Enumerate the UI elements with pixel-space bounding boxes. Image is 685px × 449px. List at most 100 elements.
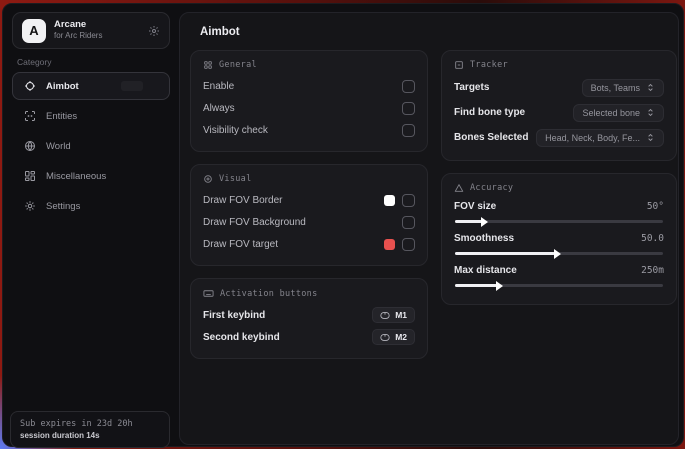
logo-letter: A (29, 23, 38, 38)
enable-label: Enable (203, 81, 234, 92)
bones-selected-label: Bones Selected (454, 132, 528, 143)
draw-fov-border-row: Draw FOV Border (203, 189, 415, 211)
draw-fov-target-checkbox[interactable] (402, 238, 415, 251)
fov-size-value: 50° (647, 201, 664, 212)
sidebar-item-miscellaneous[interactable]: Miscellaneous (12, 162, 170, 190)
page-title: Aimbot (200, 26, 240, 38)
fov-size-slider[interactable] (455, 220, 663, 223)
brand-card: A Arcane for Arc Riders (12, 12, 170, 49)
smoothness-slider[interactable] (455, 252, 663, 255)
second-keybind-row: Second keybind M2 (203, 326, 415, 348)
draw-fov-border-label: Draw FOV Border (203, 195, 282, 206)
max-distance-slider-thumb[interactable] (496, 281, 503, 291)
draw-fov-background-row: Draw FOV Background (203, 211, 415, 233)
fov-target-color-swatch[interactable] (384, 239, 395, 250)
general-grid-icon (203, 60, 213, 70)
session-duration-text: session duration 14s (20, 431, 160, 440)
draw-fov-target-row: Draw FOV target (203, 233, 415, 255)
general-card: General Enable Always Visibility check (190, 50, 428, 152)
targets-row: Targets Bots, Teams (454, 75, 664, 100)
sidebar-item-settings[interactable]: Settings (12, 192, 170, 220)
max-distance-slider[interactable] (455, 284, 663, 287)
smoothness-label: Smoothness (454, 233, 514, 244)
bones-selected-value: Head, Neck, Body, Fe... (545, 133, 640, 143)
smoothness-slider-thumb[interactable] (554, 249, 561, 259)
app-logo: A (22, 19, 46, 43)
entities-scan-icon (24, 110, 36, 122)
find-bone-type-row: Find bone type Selected bone (454, 100, 664, 125)
enable-checkbox[interactable] (402, 80, 415, 93)
smoothness-row: Smoothness 50.0 (454, 230, 664, 255)
max-distance-row: Max distance 250m (454, 262, 664, 287)
activation-buttons-card: Activation buttons First keybind M1 Seco… (190, 278, 428, 359)
gear-icon (24, 200, 36, 212)
sidebar: A Arcane for Arc Riders Category (3, 4, 177, 446)
max-distance-value: 250m (641, 265, 664, 276)
fov-size-label: FOV size (454, 201, 496, 212)
brand-text: Arcane for Arc Riders (54, 20, 140, 40)
fov-size-slider-thumb[interactable] (481, 217, 488, 227)
second-keybind-label: Second keybind (203, 332, 280, 343)
visibility-check-checkbox[interactable] (402, 124, 415, 137)
targets-label: Targets (454, 82, 489, 93)
keyboard-icon (203, 288, 214, 299)
sidebar-item-label: Aimbot (46, 81, 79, 92)
draw-fov-border-controls (384, 194, 415, 207)
chevrons-up-down-icon (646, 133, 655, 142)
bones-selected-row: Bones Selected Head, Neck, Body, Fe... (454, 125, 664, 150)
crosshair-icon (24, 80, 36, 92)
left-column: General Enable Always Visibility check (190, 50, 428, 359)
activation-card-header: Activation buttons (203, 288, 415, 299)
draw-fov-target-controls (384, 238, 415, 251)
fov-border-color-swatch[interactable] (384, 195, 395, 206)
max-distance-slider-fill (455, 284, 497, 287)
bones-selected-dropdown[interactable]: Head, Neck, Body, Fe... (536, 129, 664, 147)
always-label: Always (203, 103, 235, 114)
find-bone-type-dropdown[interactable]: Selected bone (573, 104, 664, 122)
visibility-check-row: Visibility check (203, 119, 415, 141)
always-checkbox[interactable] (402, 102, 415, 115)
globe-icon (24, 140, 36, 152)
mouse-icon (380, 333, 390, 342)
draw-fov-border-checkbox[interactable] (402, 194, 415, 207)
sidebar-item-entities[interactable]: Entities (12, 102, 170, 130)
app-window: A Arcane for Arc Riders Category (2, 3, 684, 447)
grid-icon (24, 170, 36, 182)
accuracy-card-title: Accuracy (470, 183, 513, 193)
screen: A Arcane for Arc Riders Category (0, 0, 685, 449)
first-keybind-value: M1 (395, 310, 407, 320)
sidebar-item-aimbot[interactable]: Aimbot (12, 72, 170, 100)
visual-card-title: Visual (219, 174, 252, 184)
general-card-header: General (203, 60, 415, 70)
always-row: Always (203, 97, 415, 119)
accuracy-card-header: Accuracy (454, 183, 664, 193)
general-card-title: General (219, 60, 257, 70)
visual-card: Visual Draw FOV Border Draw FOV Backgrou… (190, 164, 428, 266)
aimbot-keybind-hint (121, 81, 143, 91)
tracker-box-icon (454, 60, 464, 70)
targets-value: Bots, Teams (591, 83, 640, 93)
first-keybind-row: First keybind M1 (203, 304, 415, 326)
sidebar-item-label: World (46, 141, 71, 152)
fov-size-slider-fill (455, 220, 482, 223)
second-keybind-button[interactable]: M2 (372, 329, 415, 345)
max-distance-label: Max distance (454, 265, 517, 276)
first-keybind-button[interactable]: M1 (372, 307, 415, 323)
app-subtitle: for Arc Riders (54, 31, 140, 40)
app-name: Arcane (54, 20, 140, 31)
second-keybind-value: M2 (395, 332, 407, 342)
tracker-card-title: Tracker (470, 60, 508, 70)
visual-focus-icon (203, 174, 213, 184)
chevrons-up-down-icon (646, 83, 655, 92)
targets-dropdown[interactable]: Bots, Teams (582, 79, 664, 97)
sidebar-item-label: Miscellaneous (46, 171, 106, 182)
mouse-icon (380, 311, 390, 320)
visual-card-header: Visual (203, 174, 415, 184)
draw-fov-background-checkbox[interactable] (402, 216, 415, 229)
brand-settings-icon[interactable] (148, 25, 160, 37)
sidebar-item-world[interactable]: World (12, 132, 170, 160)
smoothness-value: 50.0 (641, 233, 664, 244)
accuracy-card: Accuracy FOV size 50° (441, 173, 677, 305)
find-bone-type-value: Selected bone (582, 108, 640, 118)
sidebar-item-label: Settings (46, 201, 80, 212)
